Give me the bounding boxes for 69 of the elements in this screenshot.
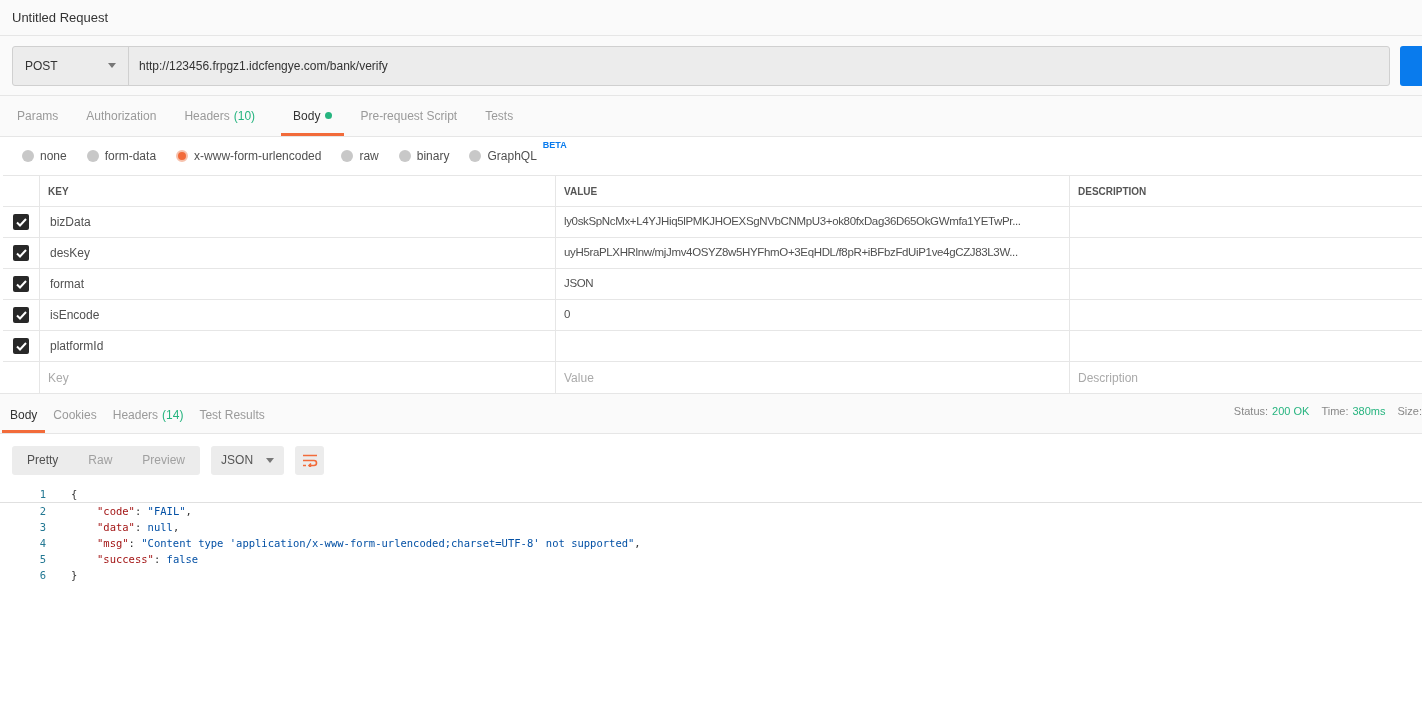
wrap-lines-button[interactable] bbox=[295, 445, 325, 475]
status-value: 200 OK bbox=[1272, 403, 1310, 419]
placeholder-text: Value bbox=[564, 369, 594, 387]
request-tab[interactable]: Tests bbox=[473, 98, 526, 136]
checkbox[interactable] bbox=[13, 307, 29, 323]
radio-label: binary bbox=[416, 148, 450, 165]
column-header: VALUE bbox=[564, 184, 598, 199]
radio-button[interactable] bbox=[176, 150, 189, 162]
line-number: 4 bbox=[39, 537, 46, 549]
wrap-lines-icon bbox=[301, 453, 318, 467]
beta-label: BETA bbox=[542, 139, 567, 152]
line-number: 1 bbox=[39, 488, 46, 500]
radio-button[interactable] bbox=[22, 150, 34, 162]
code-line: "data": null, bbox=[96, 521, 180, 533]
status-label: Size: bbox=[1397, 403, 1422, 419]
response-tab[interactable]: Test Results bbox=[191, 399, 273, 433]
table-cell-text: bizData bbox=[50, 214, 91, 231]
code-line: } bbox=[71, 569, 78, 581]
request-tab[interactable]: Pre-request Script bbox=[348, 98, 470, 136]
response-tab[interactable]: Cookies bbox=[45, 399, 105, 433]
request-tab[interactable]: Authorization bbox=[74, 98, 169, 136]
send-button[interactable] bbox=[1400, 45, 1422, 86]
request-tab[interactable]: Body bbox=[281, 98, 345, 136]
format-dropdown[interactable]: JSON bbox=[211, 445, 285, 475]
table-cell-text: platformId bbox=[50, 338, 104, 355]
table-cell-text: ly0skSpNcMx+L4YJHiq5lPMKJHOEXSgNVbCNMpU3+ok80fxDag36D65OkGWmfa1YETwPr... bbox=[564, 214, 1021, 230]
view-mode-tab[interactable]: Raw bbox=[73, 445, 128, 475]
radio-label: form-data bbox=[104, 148, 157, 165]
line-number: 5 bbox=[39, 553, 46, 565]
column-header: DESCRIPTION bbox=[1078, 184, 1147, 199]
radio-label: x-www-form-urlencoded bbox=[194, 148, 322, 165]
response-tab[interactable]: Body bbox=[2, 399, 46, 433]
request-tab[interactable]: Params bbox=[5, 98, 71, 136]
response-tab[interactable]: Headers (14) bbox=[104, 399, 192, 433]
view-mode-tab[interactable]: Pretty bbox=[12, 445, 74, 475]
table-cell-text: JSON bbox=[564, 276, 594, 292]
table-cell-text: desKey bbox=[50, 245, 91, 262]
code-line: "code": "FAIL", bbox=[96, 505, 192, 517]
table-cell-text: uyH5raPLXHRlnw/mjJmv4OSYZ8w5HYFhmO+3EqHDL/f8pR+iBFbzFdUiP1ve4gCZJ83L3W... bbox=[564, 245, 1018, 261]
status-value: 380ms bbox=[1352, 403, 1386, 419]
column-header: KEY bbox=[48, 184, 69, 199]
radio-button[interactable] bbox=[398, 150, 411, 162]
line-number: 3 bbox=[39, 521, 46, 533]
radio-button[interactable] bbox=[469, 150, 482, 162]
placeholder-text: Description bbox=[1078, 369, 1139, 387]
placeholder-text: Key bbox=[48, 369, 69, 387]
line-number: 6 bbox=[39, 569, 46, 581]
radio-button[interactable] bbox=[86, 150, 99, 162]
code-line: "success": false bbox=[96, 553, 199, 565]
table-cell-text: format bbox=[50, 276, 84, 293]
code-line: "msg": "Content type 'application/x-www-form-urlencoded;charset=UTF-8' not supported", bbox=[96, 537, 641, 549]
view-mode-tab[interactable]: Preview bbox=[127, 445, 201, 475]
code-line: { bbox=[71, 488, 78, 500]
checkbox[interactable] bbox=[13, 245, 29, 261]
table-cell-text: 0 bbox=[564, 307, 571, 323]
window-title: Untitled Request bbox=[12, 8, 109, 27]
radio-label: none bbox=[40, 148, 67, 165]
status-label: Time: bbox=[1321, 403, 1349, 419]
radio-label: raw bbox=[359, 148, 379, 165]
table-cell-text: isEncode bbox=[50, 307, 100, 324]
line-number: 2 bbox=[39, 505, 46, 517]
status-label: Status: bbox=[1233, 403, 1269, 419]
radio-label: GraphQL bbox=[487, 148, 537, 165]
checkbox[interactable] bbox=[13, 214, 29, 230]
checkbox[interactable] bbox=[13, 338, 29, 354]
request-tab[interactable]: Headers (10) bbox=[172, 98, 268, 136]
checkbox[interactable] bbox=[13, 276, 29, 292]
caret-icon bbox=[266, 457, 275, 463]
radio-button[interactable] bbox=[341, 150, 354, 162]
